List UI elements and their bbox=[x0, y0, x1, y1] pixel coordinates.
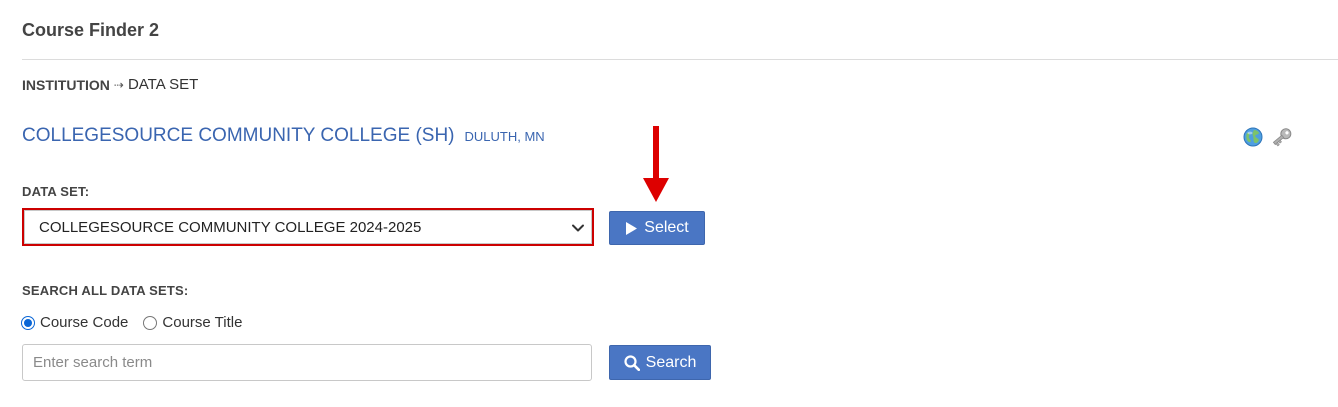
radio-course-code-label[interactable]: Course Code bbox=[40, 314, 128, 331]
breadcrumb-separator-icon: ⇢ bbox=[113, 77, 124, 92]
select-button[interactable]: Select bbox=[609, 211, 705, 245]
dataset-select-highlight: COLLEGESOURCE COMMUNITY COLLEGE 2024-202… bbox=[22, 208, 594, 246]
select-button-label: Select bbox=[644, 219, 689, 236]
breadcrumb: INSTITUTION ⇢ DATA SET bbox=[22, 76, 198, 93]
play-icon bbox=[626, 221, 638, 235]
globe-icon[interactable] bbox=[1243, 127, 1263, 147]
breadcrumb-dataset: DATA SET bbox=[127, 76, 199, 93]
institution-heading: COLLEGESOURCE COMMUNITY COLLEGE (SH) DUL… bbox=[22, 125, 545, 147]
search-icon bbox=[624, 354, 640, 371]
radio-course-title[interactable] bbox=[143, 315, 158, 330]
radio-course-code[interactable] bbox=[21, 315, 35, 330]
page-title: Course Finder 2 bbox=[22, 20, 160, 40]
search-all-label: SEARCH ALL DATA SETS: bbox=[22, 283, 189, 298]
search-type-radio-group: Course Code Course Title bbox=[21, 314, 257, 331]
title-divider bbox=[22, 59, 1338, 60]
chevron-down-icon bbox=[572, 224, 584, 232]
dataset-select[interactable]: COLLEGESOURCE COMMUNITY COLLEGE 2024-202… bbox=[24, 210, 592, 244]
radio-course-title-label[interactable]: Course Title bbox=[162, 314, 242, 331]
dataset-select-value: COLLEGESOURCE COMMUNITY COLLEGE 2024-202… bbox=[39, 218, 422, 236]
dataset-label: DATA SET: bbox=[22, 184, 90, 199]
breadcrumb-institution[interactable]: INSTITUTION bbox=[22, 77, 110, 93]
institution-location: DULUTH, MN bbox=[464, 129, 545, 144]
search-button[interactable]: Search bbox=[609, 345, 711, 380]
search-button-label: Search bbox=[645, 353, 697, 371]
search-input[interactable] bbox=[22, 344, 592, 381]
key-icon[interactable] bbox=[1270, 126, 1294, 148]
red-arrow-annotation-icon bbox=[643, 126, 669, 202]
institution-name[interactable]: COLLEGESOURCE COMMUNITY COLLEGE (SH) bbox=[22, 125, 455, 147]
